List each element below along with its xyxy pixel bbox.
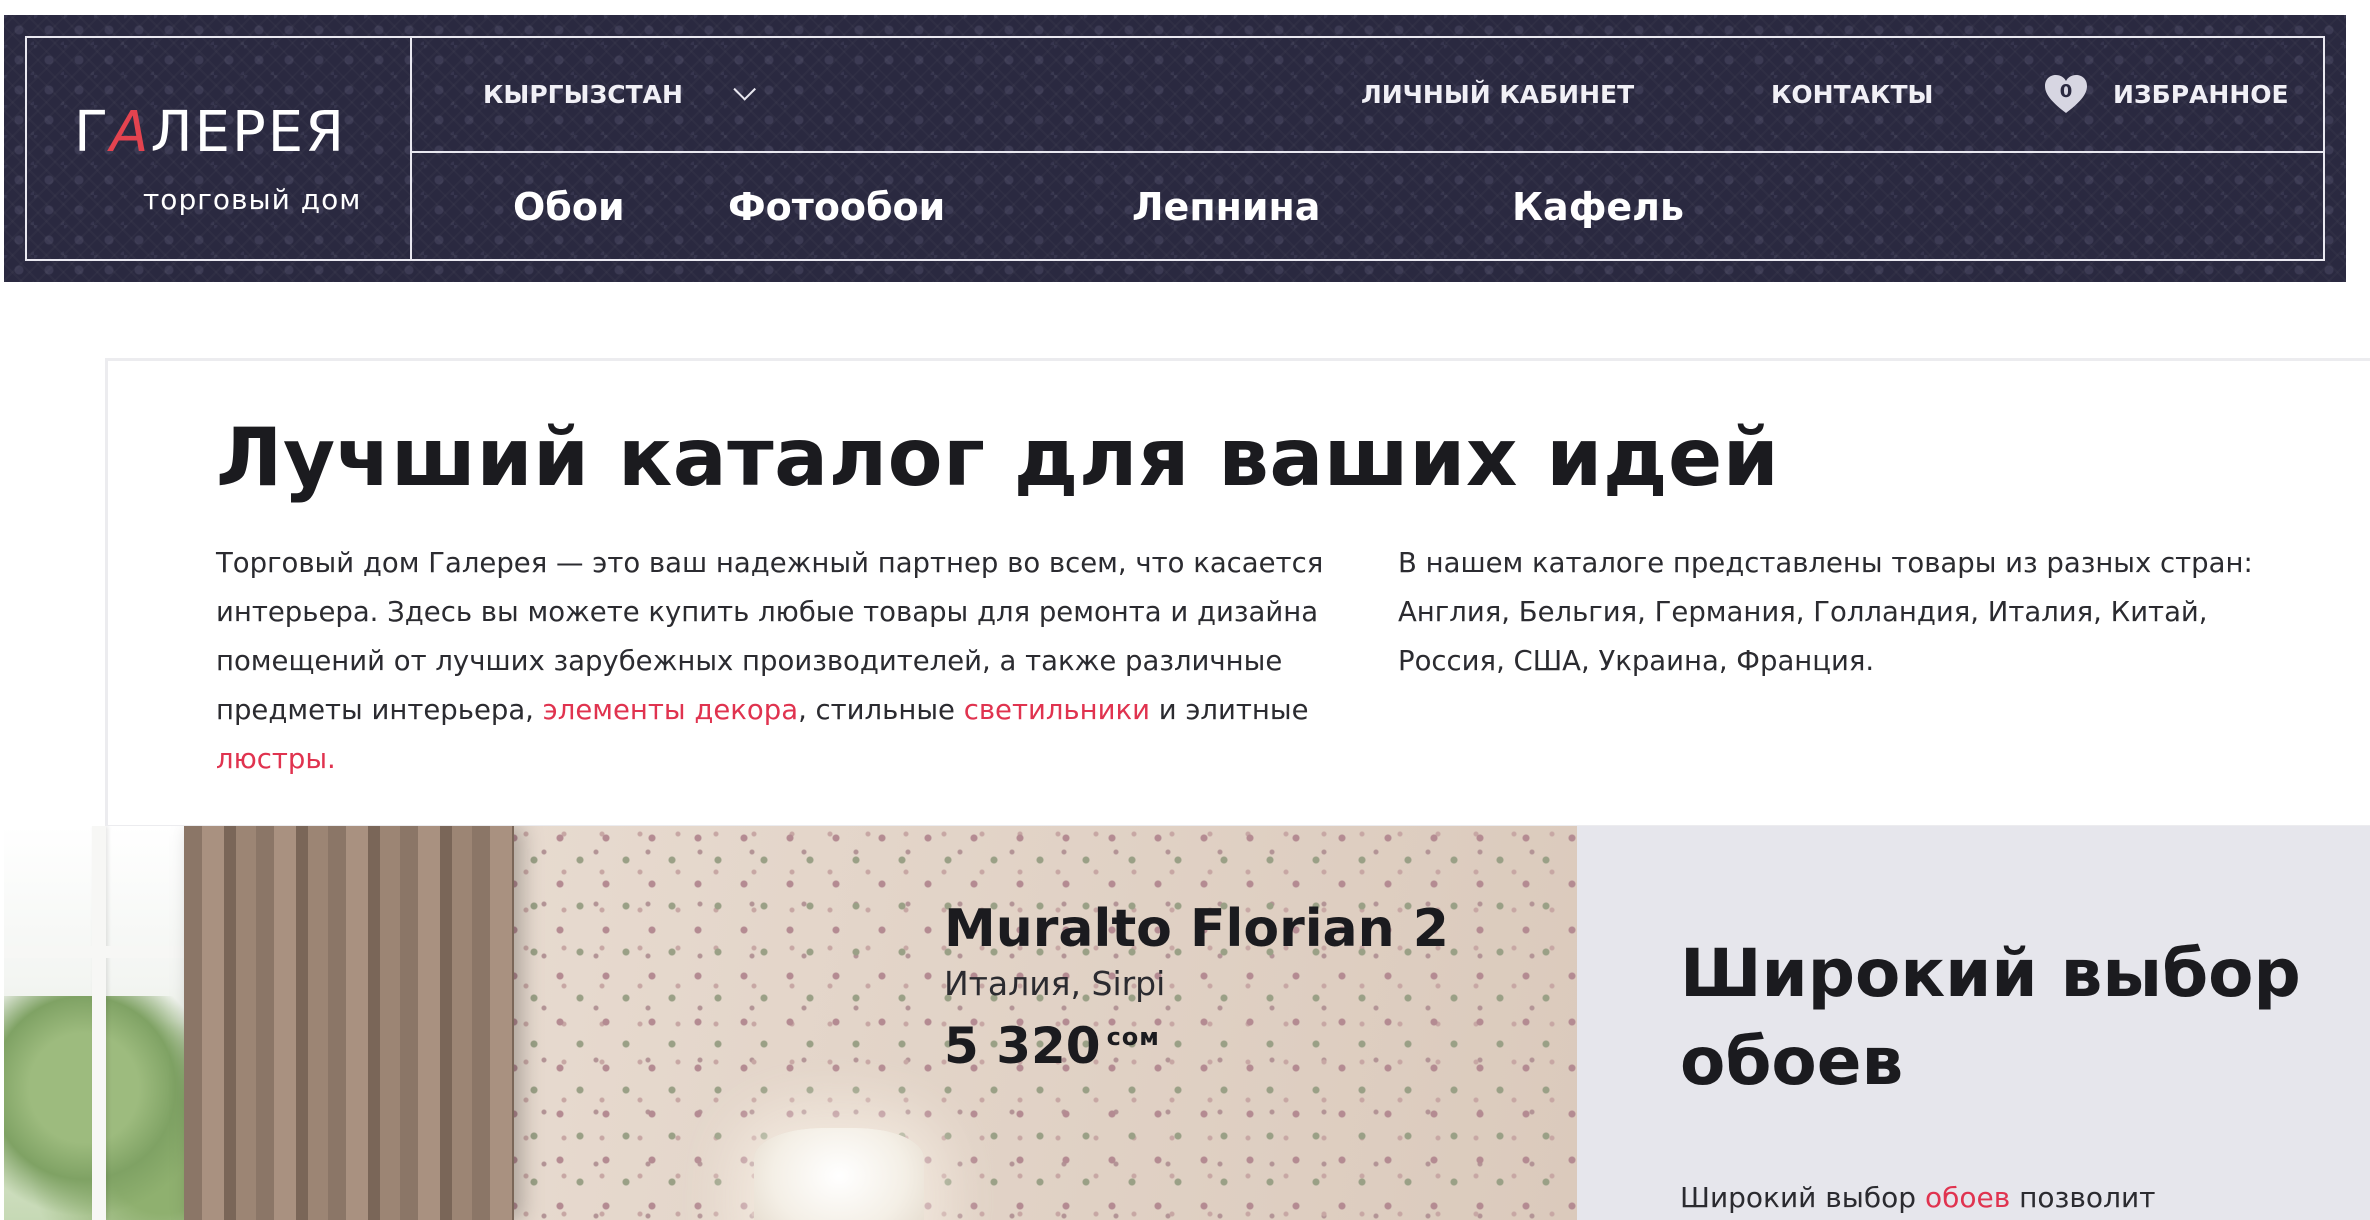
price-currency: сом [1106,1023,1160,1052]
header-frame: ГАЛЕРЕЯ торговый дом КЫРГЫЗСТАН ЛИЧНЫЙ К… [25,36,2325,261]
side-panel: Широкий выбор обоев Широкий выбор обоев … [1577,826,2370,1220]
product-name[interactable]: Muralto Florian 2 [944,898,1449,960]
chandeliers-link[interactable]: люстры. [216,743,336,775]
side-text-part: позволит [2010,1181,2156,1214]
intro-text-left: Торговый дом Галерея — это ваш надежный … [216,539,1326,784]
header-topbar: КЫРГЫЗСТАН ЛИЧНЫЙ КАБИНЕТ КОНТАКТЫ 0 ИЗБ… [412,38,2323,153]
wallpaper-link[interactable]: обоев [1925,1181,2010,1214]
curtain-image [184,826,514,1220]
side-text-part: Широкий выбор [1680,1181,1925,1214]
logo[interactable]: ГАЛЕРЕЯ торговый дом [27,38,412,259]
product-info[interactable]: Muralto Florian 2 Италия, Sirpi 5 320 сом [944,898,1449,1076]
region-label: КЫРГЫЗСТАН [483,80,683,109]
nav-item-photo-wallpaper[interactable]: Фотообои [728,185,945,229]
window-frame [4,946,214,958]
region-selector[interactable]: КЫРГЫЗСТАН [483,78,756,109]
lamp-image [754,1128,924,1220]
nav-item-wallpaper[interactable]: Обои [513,185,625,229]
favorites-count: 0 [2059,81,2073,102]
product-origin: Италия, Sirpi [944,964,1166,1004]
logo-subtitle: торговый дом [143,183,362,216]
product-price: 5 320 сом [944,1016,1449,1076]
intro-text-right: В нашем каталоге представлены товары из … [1398,547,2253,677]
page-title: Лучший каталог для ваших идей [216,411,1780,504]
chevron-down-icon [733,78,756,101]
heart-icon[interactable]: 0 [2043,73,2089,115]
account-link[interactable]: ЛИЧНЫЙ КАБИНЕТ [1361,80,1634,109]
contacts-link[interactable]: КОНТАКТЫ [1771,80,1933,109]
intro-card: Лучший каталог для ваших идей Торговый д… [105,358,2370,828]
intro-text-part: , стильные [798,694,964,726]
price-value: 5 320 [944,1016,1101,1075]
nav-item-tiles[interactable]: Кафель [1512,185,1684,229]
favorites-link[interactable]: ИЗБРАННОЕ [2113,80,2289,109]
window-frame [92,826,106,1220]
main-nav: Обои Фотообои Лепнина Кафель [412,155,2323,261]
intro-text-part: и элитные [1149,694,1309,726]
lights-link[interactable]: светильники [964,694,1150,726]
decor-link[interactable]: элементы декора [543,694,798,726]
side-panel-title: Широкий выбор обоев [1680,935,2301,1100]
site-header: ГАЛЕРЕЯ торговый дом КЫРГЫЗСТАН ЛИЧНЫЙ К… [4,15,2346,282]
logo-wordmark: ГАЛЕРЕЯ [74,100,347,165]
side-panel-text: Широкий выбор обоев позволит [1680,1178,2320,1218]
nav-item-moldings[interactable]: Лепнина [1132,185,1320,229]
window-image [4,826,214,1220]
